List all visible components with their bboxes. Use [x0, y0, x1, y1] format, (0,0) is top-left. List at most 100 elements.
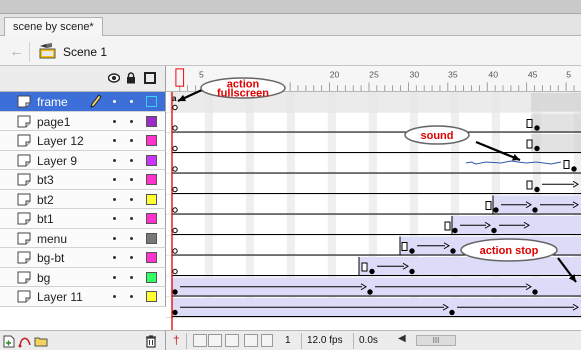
keyframe[interactable] — [172, 227, 178, 234]
motion-guide-icon[interactable] — [18, 334, 32, 348]
layer-name[interactable]: bt3 — [37, 173, 54, 187]
new-layer-icon[interactable] — [2, 334, 16, 348]
keyframe[interactable] — [491, 227, 497, 234]
layer-name[interactable]: Layer 12 — [37, 134, 84, 148]
layer-name[interactable]: frame — [37, 95, 68, 109]
timeline-frames[interactable]: a — [166, 92, 581, 330]
lock-dot[interactable] — [130, 236, 133, 240]
lock-dot[interactable] — [130, 158, 133, 162]
lock-dot[interactable] — [130, 139, 133, 142]
keyframe[interactable] — [571, 166, 577, 172]
edit-multiple-frames-icon[interactable] — [244, 334, 258, 347]
layer-name[interactable]: bg — [37, 271, 50, 285]
layer-row[interactable]: Layer 12 — [0, 131, 166, 151]
layer-color-swatch[interactable] — [146, 291, 157, 302]
layer-color-swatch[interactable] — [146, 271, 157, 283]
keyframe[interactable] — [172, 125, 178, 131]
keyframe[interactable] — [532, 289, 538, 295]
layer-color-swatch[interactable] — [146, 193, 157, 205]
modify-markers-icon[interactable] — [261, 334, 273, 347]
keyframe[interactable] — [452, 227, 458, 234]
scroll-left-icon[interactable]: ◀ — [398, 333, 406, 344]
layer-color-swatch[interactable] — [146, 232, 157, 244]
lock-dot[interactable] — [130, 295, 133, 298]
keyframe[interactable] — [534, 125, 540, 131]
keyframe[interactable] — [409, 268, 415, 275]
eye-icon[interactable] — [108, 73, 120, 83]
lock-dot[interactable] — [130, 217, 133, 220]
layer-color-swatch[interactable] — [146, 213, 157, 224]
layer-color-swatch[interactable] — [146, 154, 157, 166]
lock-dot[interactable] — [130, 100, 133, 103]
trash-icon[interactable] — [144, 334, 158, 348]
visibility-dot[interactable] — [113, 178, 116, 181]
lock-icon[interactable] — [126, 72, 136, 84]
keyframe[interactable] — [367, 289, 373, 295]
lock-dot[interactable] — [130, 119, 133, 123]
keyframe[interactable] — [493, 207, 499, 213]
horizontal-scrollbar[interactable]: III — [416, 335, 456, 346]
playhead-marker-icon[interactable]: † — [173, 333, 180, 347]
keyframe[interactable] — [534, 145, 540, 152]
visibility-dot[interactable] — [113, 119, 116, 123]
layer-row[interactable]: frame — [0, 92, 166, 112]
visibility-dot[interactable] — [113, 217, 116, 220]
layer-row[interactable]: bt1 — [0, 209, 166, 229]
layer-color-swatch[interactable] — [146, 135, 157, 146]
layer-row[interactable]: Layer 11 — [0, 287, 166, 307]
keyframe[interactable] — [172, 186, 178, 193]
layer-name[interactable]: Layer 11 — [37, 290, 83, 304]
layer-row[interactable]: Layer 9 — [0, 150, 166, 170]
center-frame-icon[interactable] — [193, 334, 207, 347]
visibility-dot[interactable] — [113, 139, 116, 142]
layer-name[interactable]: page1 — [37, 115, 70, 129]
outline-icon[interactable] — [144, 72, 156, 84]
visibility-dot[interactable] — [113, 197, 116, 201]
frame-ruler[interactable]: 5 20 25 30 35 40 45 5 — [166, 66, 581, 92]
layer-row[interactable]: menu — [0, 228, 166, 248]
layer-color-swatch[interactable] — [146, 96, 157, 107]
document-tab[interactable]: scene by scene* — [4, 17, 103, 37]
lock-dot[interactable] — [130, 275, 133, 279]
visibility-dot[interactable] — [113, 256, 116, 259]
layer-row[interactable]: bg-bt — [0, 248, 166, 268]
keyframe[interactable] — [172, 104, 178, 111]
keyframe[interactable] — [450, 248, 456, 254]
lock-dot[interactable] — [130, 197, 133, 201]
keyframe[interactable] — [534, 186, 540, 193]
visibility-dot[interactable] — [113, 100, 116, 103]
keyframe[interactable] — [172, 207, 178, 213]
layer-row[interactable]: bt2 — [0, 189, 166, 209]
layer-color-swatch[interactable] — [146, 115, 157, 127]
keyframe[interactable] — [172, 268, 178, 275]
onion-skin-icon[interactable] — [208, 334, 222, 347]
layer-name[interactable]: bt2 — [37, 193, 54, 207]
layer-name[interactable]: bg-bt — [37, 251, 64, 265]
keyframe[interactable] — [172, 248, 178, 254]
layer-row[interactable]: page1 — [0, 111, 166, 131]
layer-name[interactable]: menu — [37, 232, 67, 246]
keyframe[interactable] — [409, 248, 415, 254]
keyframe[interactable] — [369, 268, 375, 275]
keyframe[interactable] — [172, 145, 178, 152]
playhead-handle[interactable] — [175, 68, 185, 87]
layer-color-swatch[interactable] — [146, 252, 157, 263]
layer-name[interactable]: Layer 9 — [37, 154, 77, 168]
visibility-dot[interactable] — [113, 275, 116, 279]
new-folder-icon[interactable] — [34, 334, 48, 348]
keyframe[interactable] — [532, 207, 538, 213]
visibility-dot[interactable] — [113, 295, 116, 298]
layer-color-swatch[interactable] — [146, 174, 157, 185]
keyframe[interactable] — [172, 289, 178, 295]
onion-skin-outlines-icon[interactable] — [225, 334, 239, 347]
layer-row[interactable]: bt3 — [0, 170, 166, 190]
lock-dot[interactable] — [130, 178, 133, 181]
keyframe[interactable] — [449, 309, 455, 316]
layer-name[interactable]: bt1 — [37, 212, 54, 226]
visibility-dot[interactable] — [113, 158, 116, 162]
keyframe[interactable] — [172, 166, 178, 172]
layer-row[interactable]: bg — [0, 267, 166, 287]
visibility-dot[interactable] — [113, 236, 116, 240]
keyframe[interactable] — [172, 309, 178, 316]
back-button[interactable]: ← — [4, 42, 30, 62]
